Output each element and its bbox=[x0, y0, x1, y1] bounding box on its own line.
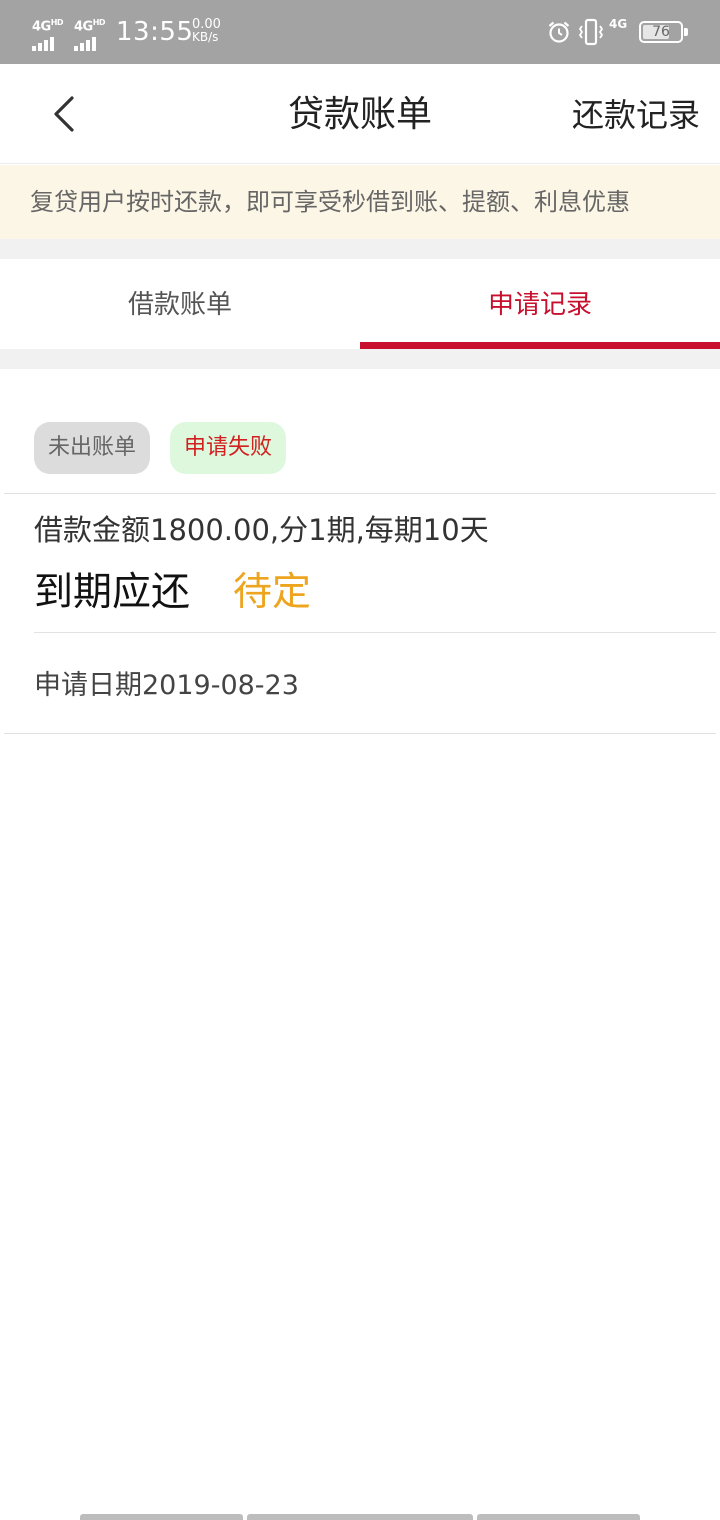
gesture-bar-left bbox=[80, 1514, 243, 1520]
signal-1: 4GHD bbox=[32, 16, 66, 51]
tab-application-records[interactable]: 申请记录 bbox=[360, 259, 720, 349]
battery-icon: 76 bbox=[639, 21, 683, 43]
loan-description: 借款金额1800.00,分1期,每期10天 bbox=[34, 513, 489, 547]
battery-tip bbox=[684, 28, 688, 36]
signal-2: 4GHD bbox=[74, 16, 108, 51]
divider bbox=[34, 632, 716, 633]
battery-level: 76 bbox=[652, 24, 670, 40]
gesture-bar-right bbox=[477, 1514, 640, 1520]
network-speed: 0.00 KB/s bbox=[192, 18, 221, 44]
status-badge-unbilled: 未出账单 bbox=[34, 422, 150, 474]
signal-bars-icon bbox=[32, 32, 56, 51]
speed-unit: KB/s bbox=[192, 30, 219, 44]
vibrate-icon bbox=[578, 18, 604, 46]
due-amount-label: 到期应还 bbox=[34, 570, 191, 615]
nav-bar: 贷款账单 还款记录 bbox=[0, 64, 720, 164]
tab-loan-bills[interactable]: 借款账单 bbox=[0, 259, 360, 349]
due-amount-value: 待定 bbox=[233, 570, 312, 615]
network-2-sup: HD bbox=[92, 18, 106, 27]
divider bbox=[4, 493, 716, 494]
signal-bars-icon bbox=[74, 32, 98, 51]
status-bar: 4GHD 4GHD 13:55 0.00 KB/s 4G 76 bbox=[0, 0, 720, 64]
application-date: 申请日期2019-08-23 bbox=[34, 670, 299, 701]
tab-bar: 借款账单 申请记录 bbox=[0, 259, 720, 349]
repayment-records-link[interactable]: 还款记录 bbox=[572, 92, 700, 138]
notice-banner: 复贷用户按时还款，即可享受秒借到账、提额、利息优惠 bbox=[0, 165, 720, 239]
active-tab-indicator bbox=[360, 342, 720, 349]
section-gap bbox=[0, 349, 720, 369]
network-3-label: 4G bbox=[609, 17, 628, 31]
section-gap bbox=[0, 239, 720, 259]
network-1-sup: HD bbox=[50, 18, 64, 27]
divider bbox=[4, 733, 716, 734]
alarm-icon bbox=[548, 21, 570, 43]
gesture-bar-center bbox=[247, 1514, 473, 1520]
status-badge-failed: 申请失败 bbox=[170, 422, 286, 474]
status-time: 13:55 bbox=[116, 17, 194, 47]
